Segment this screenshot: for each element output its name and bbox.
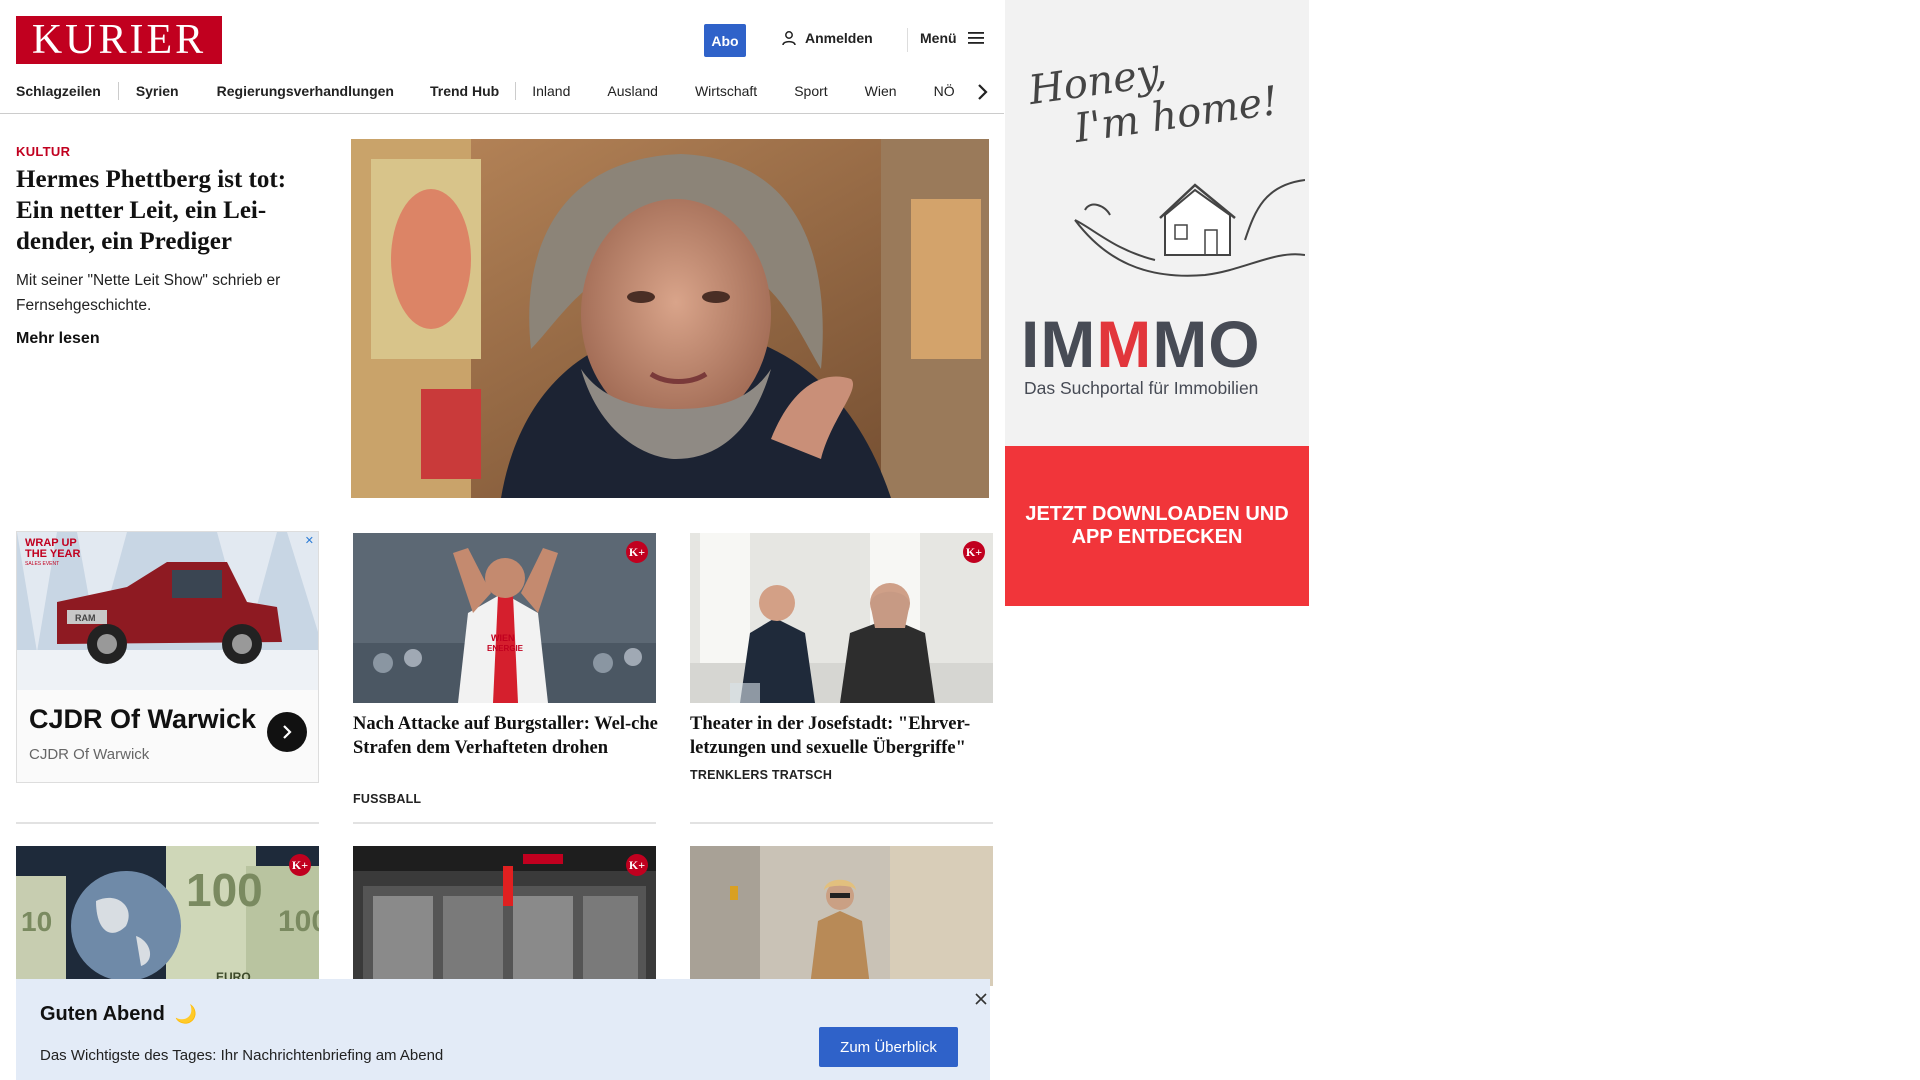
- nav-item-wirtschaft[interactable]: Wirtschaft: [695, 83, 757, 99]
- nav-items: Schlagzeilen Syrien Regierungsverhandlun…: [16, 76, 976, 106]
- main-nav: Schlagzeilen Syrien Regierungsverhandlun…: [0, 76, 1004, 114]
- nav-item-schlagzeilen[interactable]: Schlagzeilen: [16, 83, 101, 99]
- ad-advertiser: CJDR Of Warwick: [29, 746, 150, 763]
- banknote-10-text: 10: [21, 906, 52, 937]
- banner-text: Das Wichtigste des Tages: Ihr Nachrichte…: [40, 1047, 444, 1064]
- immmo-logo: IMMMO: [1021, 306, 1261, 382]
- chevron-right-icon: [283, 725, 292, 739]
- kurier-plus-badge: K+: [289, 854, 311, 876]
- ad-image: RAM WRAP UP THE YEAR SALES EVENT ✕: [17, 532, 318, 690]
- nav-item-trend-hub[interactable]: Trend Hub: [430, 83, 499, 99]
- evening-briefing-banner: Guten Abend 🌙 Das Wichtigste des Tages: …: [16, 979, 990, 1080]
- kurier-plus-badge: K+: [963, 541, 985, 563]
- sponsored-ad-card[interactable]: RAM WRAP UP THE YEAR SALES EVENT ✕ CJDR …: [16, 531, 319, 783]
- nav-item-noe[interactable]: NÖ: [934, 83, 955, 99]
- ad-badge-line3: SALES EVENT: [25, 561, 59, 567]
- kurier-site: KURIER Abo Anmelden Menü Schlagzeilen Sy…: [0, 0, 1004, 1080]
- nav-item-ausland[interactable]: Ausland: [607, 83, 658, 99]
- press-conference-photo: [690, 533, 993, 703]
- moon-icon: 🌙: [174, 1004, 198, 1024]
- read-more-link[interactable]: Mehr lesen: [16, 330, 100, 348]
- download-app-cta[interactable]: JETZT DOWNLOADEN UND APP ENTDECKEN: [1005, 446, 1309, 606]
- login-button[interactable]: Anmelden: [781, 30, 873, 46]
- chevron-right-icon: [978, 84, 988, 100]
- login-label: Anmelden: [805, 30, 873, 46]
- euro-globe-photo: 100 100 10 EURO: [16, 846, 319, 986]
- truck-photo: RAM WRAP UP THE YEAR SALES EVENT: [17, 532, 318, 690]
- article-image-football[interactable]: WIEN ENERGIE K+: [353, 533, 656, 703]
- street-photo: [690, 846, 993, 986]
- article-headline-josefstadt[interactable]: Theater in der Josefstadt: "Ehrver-letzu…: [690, 712, 995, 760]
- overview-button[interactable]: Zum Überblick: [819, 1027, 958, 1067]
- article-image-theater[interactable]: K+: [690, 533, 993, 703]
- article-kicker-fussball[interactable]: FUSSBALL: [353, 792, 421, 806]
- ad-headline[interactable]: CJDR Of Warwick: [29, 704, 256, 735]
- lead-image[interactable]: [351, 139, 989, 498]
- immmo-advertisement[interactable]: Honey, I'm home! IMMMO Das Suchportal fü…: [1005, 0, 1309, 606]
- kurier-plus-badge: K+: [626, 541, 648, 563]
- article-image-euro[interactable]: 100 100 10 EURO K+: [16, 846, 319, 986]
- immmo-tagline: Das Suchportal für Immobilien: [1024, 378, 1259, 398]
- shirt-text-1: WIEN: [491, 633, 515, 643]
- article-image-street[interactable]: [690, 846, 993, 986]
- row-divider: [690, 822, 993, 824]
- kurier-plus-badge: K+: [626, 854, 648, 876]
- nav-divider: [515, 82, 517, 100]
- nav-item-sport[interactable]: Sport: [794, 83, 827, 99]
- lead-teaser: Mit seiner "Nette Leit Show" schrieb er …: [16, 272, 281, 314]
- menu-button[interactable]: Menü: [920, 30, 985, 46]
- brand-right: MO: [1152, 307, 1261, 381]
- ram-grille-text: RAM: [75, 613, 96, 623]
- lead-kicker[interactable]: KULTUR: [16, 144, 70, 159]
- banknote-100-text: 100: [186, 864, 263, 916]
- abo-button[interactable]: Abo: [704, 24, 746, 57]
- ad-arrow-button[interactable]: [267, 712, 307, 752]
- nav-divider: [117, 82, 119, 100]
- hamburger-icon: [967, 32, 984, 44]
- logo-text: KURIER: [31, 17, 207, 63]
- banner-title-text: Guten Abend: [40, 1003, 165, 1025]
- nav-item-regierungsverhandlungen[interactable]: Regierungsverhandlungen: [217, 83, 394, 99]
- kurier-logo[interactable]: KURIER: [16, 16, 222, 64]
- menu-label: Menü: [920, 30, 957, 46]
- ad-badge-line2: THE YEAR: [25, 548, 80, 560]
- nav-item-syrien[interactable]: Syrien: [136, 83, 179, 99]
- house-in-hand-illustration: [1074, 179, 1305, 277]
- article-kicker-trenklers-tratsch[interactable]: TRENKLERS TRATSCH: [690, 768, 832, 782]
- banner-title: Guten Abend 🌙: [40, 1003, 197, 1026]
- header-divider: [907, 28, 908, 52]
- shirt-text-2: ENERGIE: [487, 644, 524, 653]
- brand-left: IM: [1021, 307, 1097, 381]
- user-icon: [782, 31, 796, 46]
- lead-headline[interactable]: Hermes Phettberg ist tot: Ein netter Lei…: [16, 164, 316, 257]
- metro-station-photo: [353, 846, 656, 986]
- nav-item-wien[interactable]: Wien: [865, 83, 897, 99]
- nav-scroll-right-button[interactable]: [970, 80, 994, 104]
- banknote-100-text: 100: [278, 905, 319, 938]
- close-button[interactable]: [969, 987, 993, 1011]
- article-image-metro[interactable]: K+: [353, 846, 656, 986]
- football-photo: WIEN ENERGIE: [353, 533, 656, 703]
- ad-choices-close-icon[interactable]: ✕: [305, 534, 314, 547]
- portrait-photo: [351, 139, 989, 498]
- article-headline-burgstaller[interactable]: Nach Attacke auf Burgstaller: Wel-che St…: [353, 712, 658, 760]
- row-divider: [16, 822, 319, 824]
- close-icon: [975, 993, 987, 1005]
- brand-mid: M: [1096, 307, 1153, 381]
- row-divider: [353, 822, 656, 824]
- nav-item-inland[interactable]: Inland: [532, 83, 570, 99]
- ad-script-heading: Honey, I'm home!: [1026, 35, 1281, 156]
